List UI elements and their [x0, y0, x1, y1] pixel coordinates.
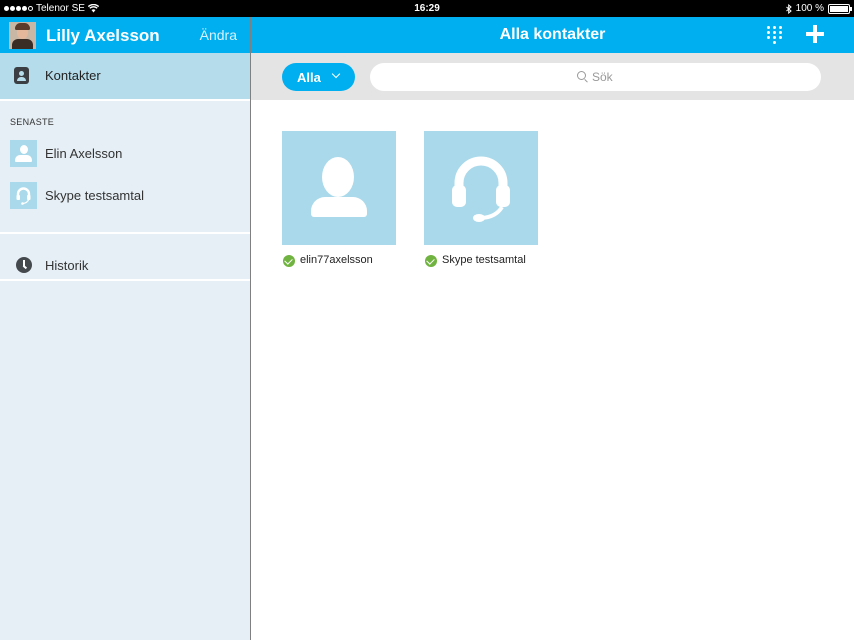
battery-icon — [828, 3, 852, 14]
online-status-icon — [425, 255, 437, 267]
bluetooth-icon — [785, 3, 792, 14]
dialpad-icon[interactable] — [767, 26, 783, 44]
recent-item-skype-test[interactable]: Skype testsamtal — [0, 177, 250, 211]
filter-label: Alla — [297, 70, 321, 85]
avatar[interactable] — [9, 22, 36, 49]
divider — [0, 99, 250, 101]
person-icon — [10, 140, 37, 167]
search-icon — [577, 71, 586, 80]
search-box[interactable] — [370, 63, 821, 91]
status-right: 100 % — [785, 0, 852, 17]
sidebar-item-label: Kontakter — [45, 68, 101, 83]
address-book-icon — [14, 67, 29, 84]
sidebar-item-label: Historik — [45, 258, 89, 273]
search-input[interactable] — [592, 69, 712, 85]
headset-icon — [10, 182, 37, 209]
sidebar: Lilly Axelsson Ändra Kontakter SENASTE E… — [0, 17, 250, 640]
contact-card-skype-test[interactable]: Skype testsamtal — [424, 131, 538, 271]
sidebar-item-contacts[interactable]: Kontakter — [0, 53, 250, 99]
clock-icon — [16, 257, 32, 273]
profile-header: Lilly Axelsson Ändra — [0, 17, 250, 53]
pane-divider — [250, 17, 251, 640]
main-header: Alla kontakter — [251, 17, 854, 53]
edit-profile-button[interactable]: Ändra — [200, 27, 237, 43]
recent-item-label: Skype testsamtal — [45, 188, 144, 203]
recent-section-title: SENASTE — [10, 117, 55, 127]
chevron-down-icon — [331, 69, 341, 79]
divider — [0, 279, 250, 281]
filter-toolbar: Alla — [251, 53, 854, 100]
headset-icon — [424, 131, 538, 245]
recent-item-elin[interactable]: Elin Axelsson — [0, 135, 250, 169]
contact-name: Skype testsamtal — [442, 254, 526, 266]
online-status-icon — [283, 255, 295, 267]
recent-item-label: Elin Axelsson — [45, 146, 123, 161]
contact-card-elin[interactable]: elin77axelsson — [282, 131, 396, 271]
clock-time: 16:29 — [414, 3, 440, 14]
filter-dropdown-button[interactable]: Alla — [282, 63, 355, 91]
divider — [0, 232, 250, 234]
contact-name: elin77axelsson — [300, 254, 373, 266]
status-bar: Telenor SE 16:29 100 % — [0, 0, 854, 17]
battery-percent: 100 % — [795, 3, 824, 14]
add-contact-button[interactable] — [806, 25, 824, 43]
person-icon — [282, 131, 396, 245]
page-title: Alla kontakter — [499, 26, 606, 43]
profile-name[interactable]: Lilly Axelsson — [46, 26, 160, 46]
